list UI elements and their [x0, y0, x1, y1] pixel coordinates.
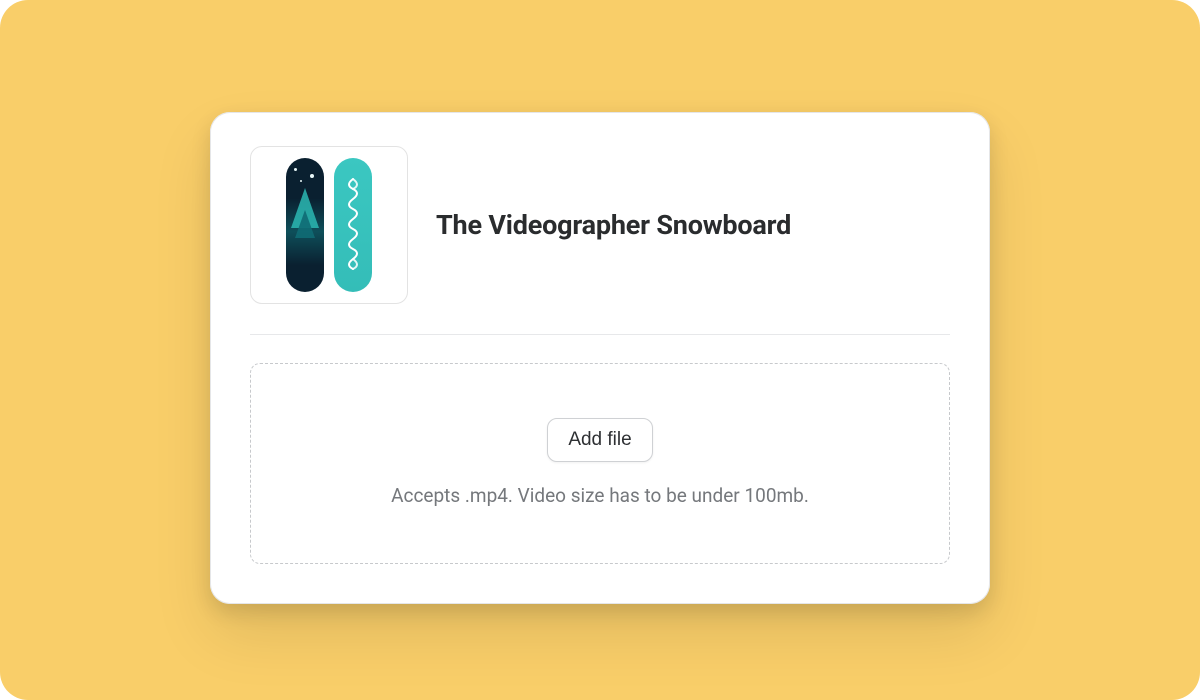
file-dropzone[interactable]: Add file Accepts .mp4. Video size has to…: [250, 363, 950, 565]
upload-hint: Accepts .mp4. Video size has to be under…: [391, 484, 809, 507]
product-header: The Videographer Snowboard: [250, 146, 950, 304]
page-background: The Videographer Snowboard Add file Acce…: [0, 0, 1200, 700]
product-title: The Videographer Snowboard: [436, 209, 791, 241]
product-card: The Videographer Snowboard Add file Acce…: [210, 112, 990, 605]
snowboard-back-icon: [334, 158, 372, 292]
divider: [250, 334, 950, 335]
add-file-button[interactable]: Add file: [547, 418, 652, 463]
snowboard-front-icon: [286, 158, 324, 292]
product-thumbnail: [250, 146, 408, 304]
